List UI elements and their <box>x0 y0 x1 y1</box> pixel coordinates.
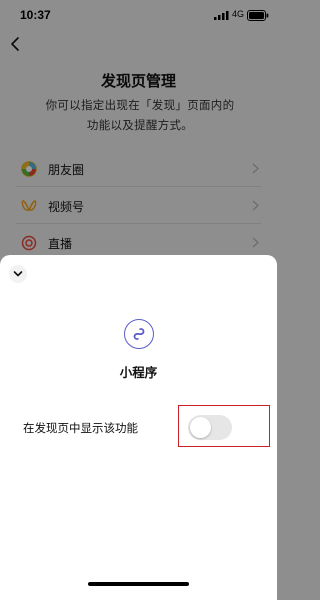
bottom-sheet: 小程序 在发现页中显示该功能 <box>0 255 277 600</box>
toggle-knob[interactable] <box>190 417 211 438</box>
setting-label: 在发现页中显示该功能 <box>23 421 138 435</box>
home-indicator[interactable] <box>88 582 189 586</box>
show-in-discover-toggle[interactable] <box>188 415 232 440</box>
show-in-discover-row: 在发现页中显示该功能 <box>0 405 277 449</box>
mini-program-glyph <box>133 328 145 340</box>
sheet-title: 小程序 <box>119 365 158 380</box>
chevron-down-icon <box>13 271 23 277</box>
collapse-button[interactable] <box>9 265 27 283</box>
mini-program-icon <box>124 319 154 349</box>
